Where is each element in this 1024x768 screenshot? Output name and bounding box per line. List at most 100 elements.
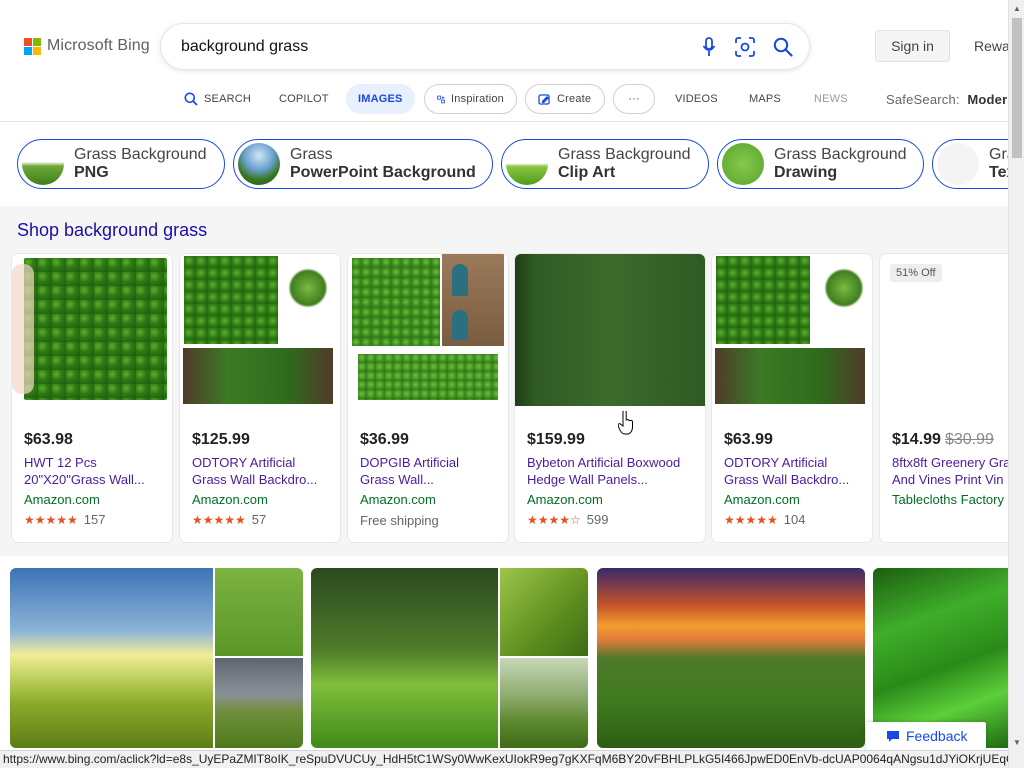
image-results	[0, 556, 1008, 750]
related-chip[interactable]: Grass Background Clip Art	[501, 139, 709, 189]
chip-line1: Grass Background	[558, 146, 691, 163]
visual-search-icon[interactable]	[734, 36, 756, 58]
nav-copilot[interactable]: COPILOT	[279, 84, 329, 114]
product-title[interactable]: 8ftx8ft Greenery Gra And Vines Print Vin	[892, 454, 1008, 488]
related-chip[interactable]: Grass PowerPoint Background	[233, 139, 493, 189]
chip-line1: Grass Background	[774, 146, 907, 163]
brand-name: Microsoft Bing	[47, 37, 150, 54]
related-chip[interactable]: Grass Background PNG	[17, 139, 225, 189]
nav-inspiration[interactable]: Inspiration	[424, 84, 517, 114]
product-store[interactable]: Tablecloths Factory	[892, 492, 1004, 507]
status-bar-url: https://www.bing.com/aclick?ld=e8s_UyEPa…	[0, 750, 1008, 768]
rating-stars: ★★★★★	[24, 512, 78, 527]
nav-news[interactable]: NEWS	[814, 84, 848, 114]
feedback-label: Feedback	[906, 728, 968, 744]
product-price: $63.98	[24, 431, 73, 448]
image-tile[interactable]	[215, 568, 303, 656]
product-title[interactable]: ODTORY Artificial Grass Wall Backdro...	[192, 454, 332, 488]
related-chip[interactable]: Grass Background Drawing	[717, 139, 924, 189]
review-count: 104	[783, 512, 806, 527]
chip-line2: Tex	[989, 164, 1008, 181]
inspiration-icon	[437, 95, 445, 103]
safesearch-toggle[interactable]: SafeSearch: Moder	[886, 84, 1007, 114]
nav-create[interactable]: Create	[525, 84, 605, 114]
scroll-down-arrow-icon[interactable]: ▼	[1009, 734, 1024, 750]
review-count: 599	[586, 512, 609, 527]
product-store[interactable]: Amazon.com	[527, 492, 603, 507]
product-card[interactable]: $36.99 DOPGIB Artificial Grass Wall... A…	[348, 254, 508, 542]
header: Microsoft Bing Sign in Rewa SEARCH COPIL…	[0, 0, 1010, 122]
review-count: 57	[251, 512, 267, 527]
product-title[interactable]: ODTORY Artificial Grass Wall Backdro...	[724, 454, 864, 488]
chip-line2: Drawing	[774, 164, 838, 181]
product-card[interactable]: $125.99 ODTORY Artificial Grass Wall Bac…	[180, 254, 340, 542]
image-tile[interactable]	[10, 568, 213, 748]
image-tile[interactable]	[311, 568, 498, 748]
feedback-button[interactable]: Feedback	[866, 722, 986, 750]
product-price: $36.99	[360, 431, 409, 448]
more-button[interactable]: ···	[613, 84, 655, 114]
product-card[interactable]: $159.99 Bybeton Artificial Boxwood Hedge…	[515, 254, 705, 542]
image-tile[interactable]	[500, 568, 588, 656]
related-searches: Grass Background PNG Grass PowerPoint Back…	[0, 122, 1008, 206]
chip-line2: PNG	[74, 164, 109, 181]
nav-inspiration-label: Inspiration	[451, 93, 504, 105]
nav-videos[interactable]: VIDEOS	[675, 84, 718, 114]
product-title[interactable]: Bybeton Artificial Boxwood Hedge Wall Pa…	[527, 454, 697, 488]
product-image	[712, 254, 872, 406]
discount-badge: 51% Off	[890, 264, 942, 282]
nav-search-label: SEARCH	[204, 93, 252, 105]
nav-maps[interactable]: MAPS	[749, 84, 781, 114]
product-title[interactable]: DOPGIB Artificial Grass Wall...	[360, 454, 500, 488]
product-rating: ★★★★★ 104	[724, 512, 806, 527]
image-tile[interactable]	[215, 658, 303, 748]
shipping-info: Free shipping	[360, 513, 439, 528]
review-count: 157	[83, 512, 106, 527]
related-chip[interactable]: GraTex	[932, 139, 1008, 189]
nav-create-label: Create	[557, 93, 592, 105]
product-price: $63.99	[724, 431, 773, 448]
create-icon	[538, 93, 550, 105]
product-title[interactable]: HWT 12 Pcs 20"X20"Grass Wall...	[24, 454, 164, 488]
scroll-thumb[interactable]	[1012, 18, 1022, 158]
image-tile[interactable]	[597, 568, 865, 748]
chip-thumbnail	[937, 143, 979, 185]
product-image	[180, 254, 340, 406]
vertical-scrollbar[interactable]: ▲ ▼	[1008, 0, 1024, 768]
product-store[interactable]: Amazon.com	[724, 492, 800, 507]
product-store[interactable]: Amazon.com	[360, 492, 436, 507]
microsoft-logo-icon	[24, 37, 41, 55]
product-rating: ★★★★☆ 599	[527, 512, 609, 527]
bing-logo[interactable]: Microsoft Bing	[24, 37, 150, 55]
search-input[interactable]	[181, 36, 661, 58]
rewards-link[interactable]: Rewa	[974, 38, 1010, 54]
sign-in-button[interactable]: Sign in	[875, 30, 950, 62]
product-image	[12, 254, 172, 406]
product-rating: ★★★★★ 157	[24, 512, 106, 527]
microphone-icon[interactable]	[698, 36, 720, 58]
product-card[interactable]: 51% Off $14.99 $30.99 8ftx8ft Greenery Gr…	[880, 254, 1008, 542]
chip-thumbnail	[722, 143, 764, 185]
chip-line2: PowerPoint Background	[290, 164, 476, 181]
nav-search[interactable]: SEARCH	[184, 84, 251, 114]
chip-thumbnail	[506, 143, 548, 185]
product-store[interactable]: Amazon.com	[24, 492, 100, 507]
product-image	[348, 254, 508, 406]
shop-title[interactable]: Shop background grass	[17, 220, 207, 241]
product-store[interactable]: Amazon.com	[192, 492, 268, 507]
nav-images[interactable]: IMAGES	[346, 84, 415, 114]
image-tile[interactable]	[873, 568, 1008, 748]
original-price: $30.99	[944, 431, 994, 448]
image-tile[interactable]	[500, 658, 588, 748]
chip-line1: Gra	[989, 146, 1008, 163]
scope-nav: SEARCH COPILOT IMAGES Inspiration Create…	[0, 84, 1008, 114]
chip-line1: Grass	[290, 146, 333, 163]
product-card[interactable]: $63.98 HWT 12 Pcs 20"X20"Grass Wall... A…	[12, 254, 172, 542]
search-icon	[184, 92, 198, 106]
chip-line2: Clip Art	[558, 164, 616, 181]
product-card[interactable]: $63.99 ODTORY Artificial Grass Wall Back…	[712, 254, 872, 542]
search-icon[interactable]	[772, 36, 794, 58]
search-box	[160, 23, 810, 70]
scroll-up-arrow-icon[interactable]: ▲	[1009, 0, 1024, 16]
chip-thumbnail	[22, 143, 64, 185]
